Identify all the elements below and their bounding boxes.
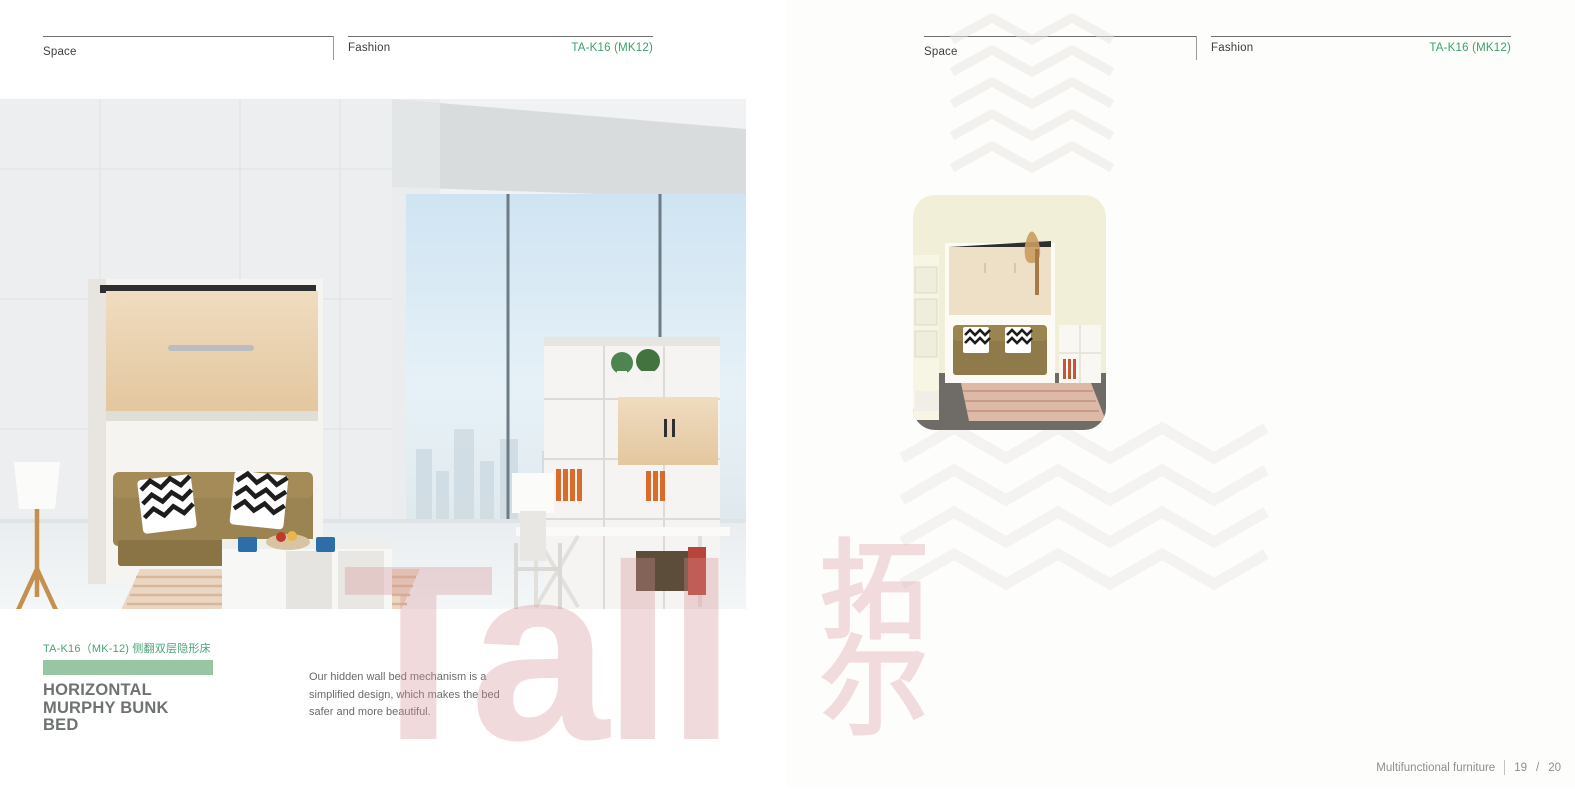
product-description: Our hidden wall bed mechanism is a simpl…: [309, 671, 500, 718]
right-page: Space Fashion TA-K16 (MK12) Multifunctio…: [787, 0, 1575, 787]
caption-product-code: TA-K16（MK-12) 侧翻双层隐形床: [43, 643, 211, 655]
footer-page-total: 20: [1548, 761, 1561, 774]
closed-bed-illustration: [913, 195, 1106, 430]
header-product-code: TA-K16 (MK12): [571, 42, 653, 54]
catalog-spread: Space Fashion TA-K16 (MK12) TA-K16（MK-12…: [0, 0, 1575, 787]
left-caption-block: TA-K16（MK-12) 侧翻双层隐形床 HORIZONTAL MURPHY …: [43, 640, 218, 735]
left-page-header: Space Fashion TA-K16 (MK12): [43, 36, 663, 60]
chevron-background-pattern-lower: [899, 421, 1269, 591]
caption-title: HORIZONTAL MURPHY BUNK BED: [43, 681, 218, 735]
footer-separator: [1504, 760, 1506, 775]
caption-title-line-1: HORIZONTAL: [43, 681, 152, 699]
hero-room-photo: [0, 99, 746, 609]
left-page: Space Fashion TA-K16 (MK12) TA-K16（MK-12…: [0, 0, 787, 787]
footer-page-separator: /: [1536, 761, 1540, 774]
header-space-label: Space: [43, 46, 77, 58]
footer-brand-line: Multifunctional furniture: [1376, 761, 1496, 774]
header-product-code-right: TA-K16 (MK12): [1429, 42, 1511, 54]
caption-accent-bar: [43, 660, 213, 675]
hero-photo-illustration: [0, 99, 746, 609]
page-footer: Multifunctional furniture 19 / 20: [1376, 760, 1561, 775]
header-divider: [333, 36, 334, 60]
header-fashion-column-right: Fashion TA-K16 (MK12): [1211, 36, 1511, 54]
header-divider-right: [1196, 36, 1197, 60]
header-fashion-label-right: Fashion: [1211, 42, 1254, 54]
header-fashion-column: Fashion TA-K16 (MK12): [348, 36, 653, 54]
caption-title-line-3: BED: [43, 716, 79, 734]
header-space-column: Space: [43, 36, 333, 60]
header-fashion-label: Fashion: [348, 42, 391, 54]
photo-closed-bed: [913, 195, 1106, 430]
footer-page-current: 19: [1514, 761, 1527, 774]
caption-title-line-2: MURPHY BUNK: [43, 698, 169, 717]
